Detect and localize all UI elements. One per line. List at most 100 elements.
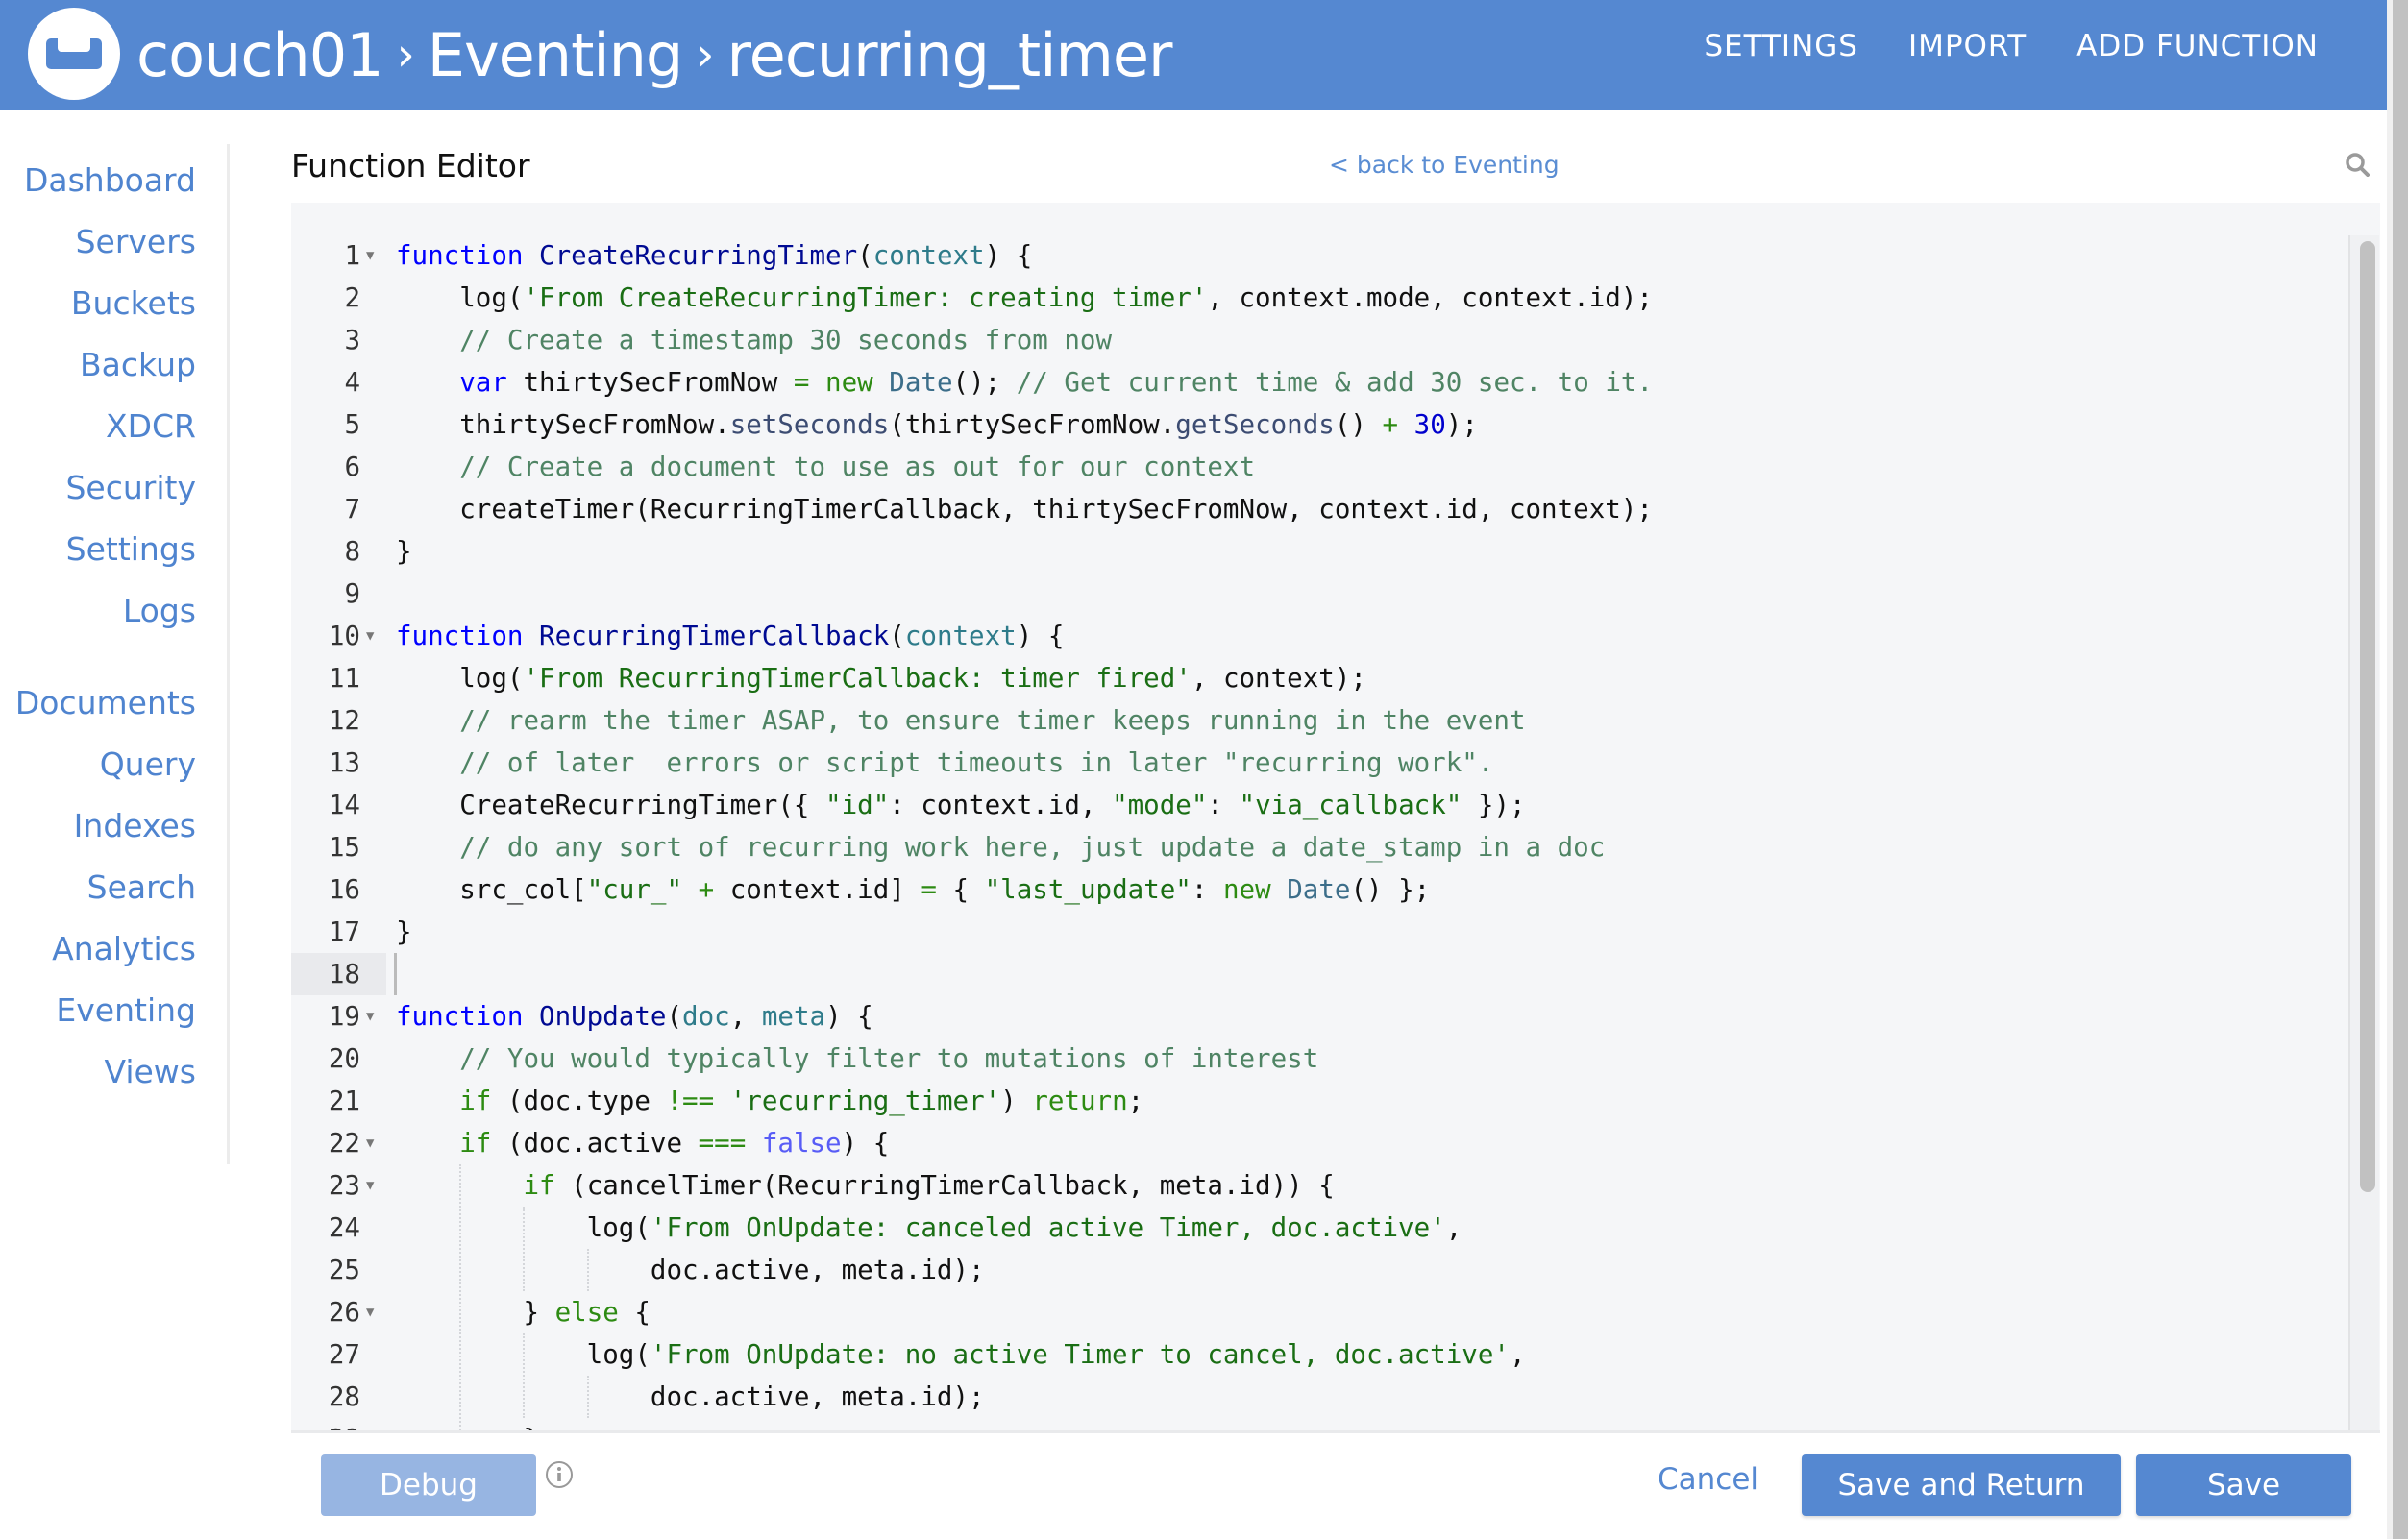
code-text: doc.active, meta.id); [396,1381,985,1412]
code-text: doc.active, meta.id); [396,1255,985,1285]
sidebar-item-query[interactable]: Query [100,745,196,784]
sidebar-item-views[interactable]: Views [104,1053,196,1091]
line-number: 12 [328,705,360,736]
search-icon[interactable] [2345,152,2370,177]
code-line[interactable]: 23 ▼ if (cancelTimer(RecurringTimerCallba… [291,1164,2309,1207]
code-text: } [396,916,412,947]
breadcrumb: couch01 › Eventing › recurring_timer [136,12,1173,98]
line-number: 7 [344,494,360,525]
code-line[interactable]: 11 log('From RecurringTimerCallback: tim… [291,657,2309,699]
line-number: 24 [328,1212,360,1243]
code-line[interactable]: 21 if (doc.type !== 'recurring_timer') r… [291,1080,2309,1122]
save-button[interactable]: Save [2136,1454,2351,1516]
line-number: 17 [328,916,360,947]
editor-scrollbar-thumb[interactable] [2360,241,2375,1192]
code-editor[interactable]: 1 ▼ function CreateRecurringTimer(context)… [291,203,2380,1430]
code-line[interactable]: 26 ▼ } else { [291,1291,2309,1333]
code-line[interactable]: 25 doc.active, meta.id); [291,1249,2309,1291]
line-number: 18 [328,959,360,989]
debug-button[interactable]: Debug [321,1454,536,1516]
line-number: 3 [344,325,360,355]
code-line[interactable]: 28 doc.active, meta.id); [291,1376,2309,1418]
line-number: 4 [344,367,360,398]
code-line[interactable]: 4 var thirtySecFromNow = new Date(); // … [291,361,2309,403]
chevron-right-icon: › [396,28,415,82]
sidebar-item-eventing[interactable]: Eventing [56,991,196,1030]
code-text: log('From RecurringTimerCallback: timer … [396,663,1366,694]
line-number: 27 [328,1339,360,1370]
add-function-link[interactable]: ADD FUNCTION [2076,29,2319,63]
code-line[interactable]: 10 ▼ function RecurringTimerCallback(conte… [291,615,2309,657]
code-text: // rearm the timer ASAP, to ensure timer… [396,705,1526,736]
sidebar-item-servers[interactable]: Servers [76,223,196,261]
line-number: 28 [328,1381,360,1412]
code-line[interactable]: 6 // Create a document to use as out for… [291,446,2309,488]
code-line[interactable]: 9 [291,573,2309,615]
line-number: 10 [328,621,360,651]
fold-arrow-icon[interactable]: ▼ [366,1122,374,1164]
sidebar-item-backup[interactable]: Backup [80,346,196,384]
code-line[interactable]: 22 ▼ if (doc.active === false) { [291,1122,2309,1164]
editor-border [291,1430,2380,1433]
line-number: 21 [328,1086,360,1116]
info-icon[interactable] [545,1460,574,1489]
line-number: 6 [344,452,360,482]
code-text: function RecurringTimerCallback(context)… [396,621,1065,651]
save-and-return-button[interactable]: Save and Return [1802,1454,2121,1516]
code-line[interactable]: 19 ▼ function OnUpdate(doc, meta) { [291,995,2309,1038]
code-line[interactable]: 12 // rearm the timer ASAP, to ensure ti… [291,699,2309,742]
fold-arrow-icon[interactable]: ▼ [366,995,374,1038]
code-line[interactable]: 20 // You would typically filter to muta… [291,1038,2309,1080]
code-text: if (doc.type !== 'recurring_timer') retu… [459,1086,1144,1116]
code-line[interactable]: 3 // Create a timestamp 30 seconds from … [291,319,2309,361]
code-text: // Create a timestamp 30 seconds from no… [396,325,1113,355]
code-text: } [396,536,412,567]
settings-link[interactable]: SETTINGS [1704,29,1858,63]
sidebar-item-indexes[interactable]: Indexes [74,807,196,845]
sidebar-item-xdcr[interactable]: XDCR [106,407,196,446]
sidebar-item-settings[interactable]: Settings [66,530,196,569]
indent-guide [586,1376,589,1418]
line-number: 25 [328,1255,360,1285]
code-line[interactable]: 1 ▼ function CreateRecurringTimer(context)… [291,234,2309,277]
sidebar-item-search[interactable]: Search [87,868,196,907]
code-line[interactable]: 29 } [291,1418,2309,1430]
code-text: // You would typically filter to mutatio… [396,1043,1319,1074]
fold-arrow-icon[interactable]: ▼ [366,615,374,657]
code-line[interactable]: 27 log('From OnUpdate: no active Timer t… [291,1333,2309,1376]
code-line[interactable]: 2 log('From CreateRecurringTimer: creati… [291,277,2309,319]
code-text: function CreateRecurringTimer(context) { [396,240,1033,271]
code-line[interactable]: 17} [291,911,2309,953]
code-line[interactable]: 5 thirtySecFromNow.setSeconds(thirtySecF… [291,403,2309,446]
sidebar-item-documents[interactable]: Documents [15,684,196,722]
page-scrollbar[interactable] [2393,0,2408,1539]
code-line[interactable]: 14 CreateRecurringTimer({ "id": context.… [291,784,2309,826]
code-line[interactable]: 18 [291,953,2309,995]
fold-arrow-icon[interactable]: ▼ [366,1291,374,1333]
code-text: log('From OnUpdate: canceled active Time… [396,1212,1462,1243]
import-link[interactable]: IMPORT [1908,29,2027,63]
line-number: 29 [291,1418,360,1430]
code-text: // do any sort of recurring work here, j… [396,832,1606,863]
breadcrumb-eventing[interactable]: Eventing [428,20,683,90]
breadcrumb-cluster[interactable]: couch01 [136,20,384,90]
code-text: // of later errors or script timeouts in… [396,747,1494,778]
back-to-eventing-link[interactable]: < back to Eventing [1329,148,1560,183]
couchbase-logo-icon[interactable] [28,8,120,100]
fold-arrow-icon[interactable]: ▼ [366,234,374,277]
sidebar-item-buckets[interactable]: Buckets [71,284,196,323]
code-line[interactable]: 15 // do any sort of recurring work here… [291,826,2309,868]
indent-guide [523,1207,526,1291]
cancel-button[interactable]: Cancel [1658,1458,1758,1501]
sidebar-item-dashboard[interactable]: Dashboard [24,161,196,200]
code-line[interactable]: 24 log('From OnUpdate: canceled active T… [291,1207,2309,1249]
code-text: if (cancelTimer(RecurringTimerCallback, … [523,1170,1335,1201]
sidebar-item-security[interactable]: Security [65,469,196,507]
code-line[interactable]: 7 createTimer(RecurringTimerCallback, th… [291,488,2309,530]
sidebar-item-logs[interactable]: Logs [123,592,196,630]
code-line[interactable]: 16 src_col["cur_" + context.id] = { "las… [291,868,2309,911]
code-line[interactable]: 13 // of later errors or script timeouts… [291,742,2309,784]
code-line[interactable]: 8} [291,530,2309,573]
sidebar-item-analytics[interactable]: Analytics [52,930,196,968]
fold-arrow-icon[interactable]: ▼ [366,1164,374,1207]
